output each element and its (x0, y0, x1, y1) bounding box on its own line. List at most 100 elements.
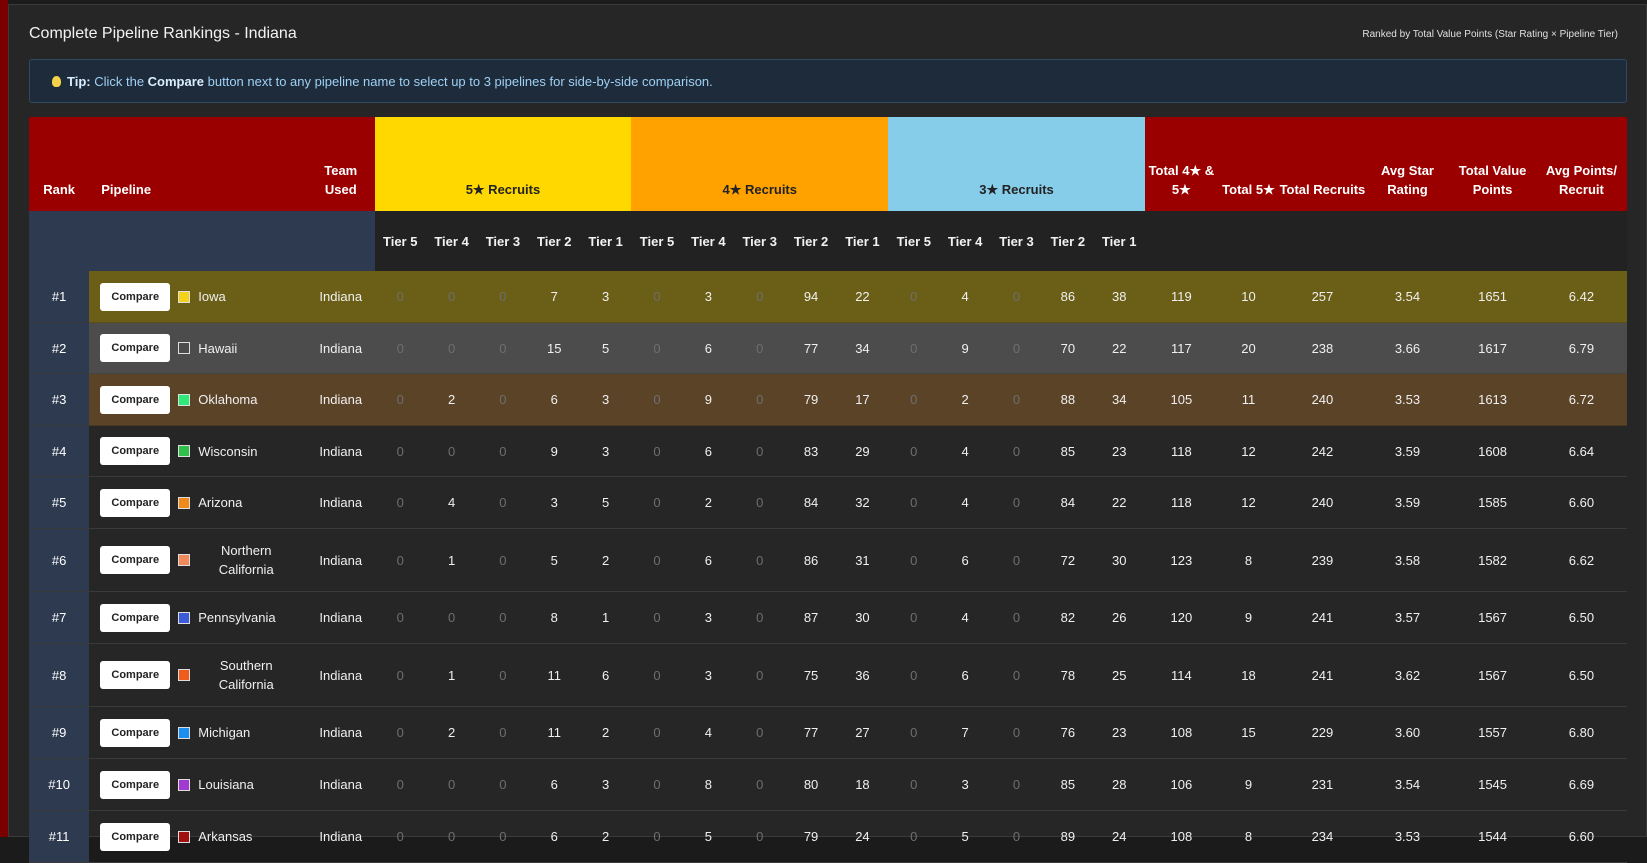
rank-cell: #6 (29, 528, 90, 592)
tier-count-cell: 0 (374, 425, 426, 477)
tier-count-cell: 76 (1042, 706, 1094, 759)
tier-count-cell: 0 (631, 425, 683, 477)
tier-count-cell: 0 (631, 528, 683, 592)
compare-button[interactable]: Compare (100, 334, 171, 362)
total-4-5-star-cell: 120 (1144, 591, 1218, 644)
table-row: #2 Compare Hawaii Indiana 0 0 0 15 5 0 6 0 77 34 0 9 0 70… (29, 322, 1627, 374)
avg-points-cell: 6.42 (1535, 271, 1627, 323)
avg-star-rating-cell: 3.54 (1365, 271, 1450, 323)
header-pipeline[interactable]: Pipeline (89, 117, 307, 211)
compare-button[interactable]: Compare (100, 488, 171, 517)
rank-cell: #8 (29, 643, 90, 707)
tier-header: Tier 1 (579, 211, 632, 271)
header-total-5-star[interactable]: Total 5★ (1217, 117, 1280, 211)
avg-star-rating-cell: 3.60 (1365, 706, 1450, 759)
tier-header: Tier 4 (425, 211, 478, 271)
table-row: #8 CompareSouthern California Indiana 0 1 0 11… (29, 643, 1627, 707)
total-5-star-cell: 9 (1217, 591, 1280, 644)
tier-count-cell: 2 (425, 373, 478, 426)
compare-button[interactable]: Compare (100, 718, 171, 747)
tier-count-cell: 0 (477, 528, 529, 592)
tier-header: Tier 1 (1093, 211, 1145, 271)
total-recruits-cell: 242 (1279, 425, 1366, 477)
tier-count-cell: 0 (888, 271, 940, 323)
page-title: Complete Pipeline Rankings - Indiana (29, 25, 297, 42)
total-4-5-star-cell: 114 (1144, 643, 1218, 707)
table-row: #9 Compare Michigan Indiana 0 2 0 11 2 0 4 0 77 27 0 7 0… (29, 706, 1627, 759)
header-total-value-points[interactable]: Total Value Points (1449, 117, 1536, 211)
ranking-method-note: Ranked by Total Value Points (Star Ratin… (1362, 29, 1618, 40)
team-used-cell: Indiana (306, 706, 375, 759)
team-used-cell: Indiana (306, 758, 375, 811)
avg-star-rating-cell: 3.57 (1365, 591, 1450, 644)
tier-count-cell: 0 (374, 322, 426, 374)
tier-count-cell: 0 (477, 758, 529, 811)
total-4-5-star-cell: 119 (1144, 271, 1218, 323)
tier-count-cell: 0 (734, 425, 786, 477)
pipeline-color-swatch (178, 496, 191, 509)
header-four-star-group: 4★ Recruits (631, 117, 889, 211)
tier-count-cell: 3 (579, 271, 632, 323)
tier-count-cell: 38 (1093, 271, 1145, 323)
compare-button[interactable]: Compare (100, 437, 171, 465)
total-recruits-cell: 231 (1279, 758, 1366, 811)
team-used-cell: Indiana (306, 425, 375, 477)
compare-button[interactable]: Compare (100, 546, 171, 574)
tier-count-cell: 0 (374, 706, 426, 759)
tier-count-cell: 11 (528, 643, 580, 707)
pipeline-color-swatch (178, 554, 191, 566)
total-value-points-cell: 1582 (1449, 528, 1536, 592)
tier-count-cell: 6 (682, 528, 735, 592)
tier-count-cell: 9 (939, 322, 991, 374)
avg-points-cell: 6.64 (1535, 425, 1627, 477)
tier-header: Tier 2 (1042, 211, 1094, 271)
header-total-recruits[interactable]: Total Recruits (1279, 117, 1366, 211)
avg-star-rating-cell: 3.54 (1365, 758, 1450, 811)
tier-count-cell: 0 (990, 758, 1043, 811)
tip-banner: Tip: Click the Compare button next to an… (29, 59, 1627, 103)
tier-count-cell: 0 (734, 322, 786, 374)
rank-cell: #7 (29, 591, 90, 644)
tier-count-cell: 0 (734, 643, 786, 707)
tier-count-cell: 0 (477, 322, 529, 374)
tier-header: Tier 3 (734, 211, 786, 271)
compare-button[interactable]: Compare (100, 603, 171, 632)
header-pipeline-spacer (89, 211, 375, 271)
tier-header: Tier 4 (682, 211, 735, 271)
pipeline-color-swatch (178, 342, 191, 354)
table-row: #1 Compare Iowa Indiana 0 0 0 7 3 0 3 0 94 22 0 4 0 86 38 1… (29, 271, 1627, 323)
compare-button[interactable]: Compare (100, 770, 171, 799)
tier-count-cell: 4 (939, 271, 991, 323)
tier-count-cell: 4 (939, 476, 991, 529)
team-used-cell: Indiana (306, 373, 375, 426)
tier-count-cell: 83 (785, 425, 837, 477)
tier-count-cell: 0 (888, 476, 940, 529)
tier-count-cell: 0 (734, 373, 786, 426)
tier-count-cell: 77 (785, 322, 837, 374)
header-total-4-5-star[interactable]: Total 4★ & 5★ (1144, 117, 1218, 211)
header-row-tiers: Tier 5 Tier 4 Tier 3 Tier 2 Tier 1 Tier … (29, 211, 1627, 271)
compare-button[interactable]: Compare (100, 282, 171, 311)
tier-count-cell: 3 (579, 373, 632, 426)
tier-count-cell: 3 (579, 758, 632, 811)
tip-text-before: Click the (90, 73, 148, 89)
rank-cell: #9 (29, 706, 90, 759)
header-team-used[interactable]: Team Used (306, 117, 375, 211)
header-avg-star-rating[interactable]: Avg Star Rating (1365, 117, 1450, 211)
header-five-star-group: 5★ Recruits (374, 117, 632, 211)
tier-count-cell: 2 (579, 706, 632, 759)
tip-compare-word: Compare (147, 73, 205, 89)
header-three-star-group: 3★ Recruits (888, 117, 1145, 211)
compare-button[interactable]: Compare (100, 661, 171, 689)
tier-count-cell: 6 (682, 425, 735, 477)
table-row: #10 Compare Louisiana Indiana 0 0 0 6 3 0 8 0 80 18 0 3… (29, 758, 1627, 811)
tier-count-cell: 0 (477, 706, 529, 759)
header-avg-points-per-recruit[interactable]: Avg Points/ Recruit (1535, 117, 1627, 211)
header-rank[interactable]: Rank (29, 117, 90, 211)
tier-count-cell: 32 (836, 476, 889, 529)
tier-count-cell: 0 (631, 758, 683, 811)
tier-count-cell: 0 (888, 373, 940, 426)
compare-button[interactable]: Compare (100, 385, 171, 414)
avg-points-cell: 6.72 (1535, 373, 1627, 426)
rank-cell: #2 (29, 322, 90, 374)
